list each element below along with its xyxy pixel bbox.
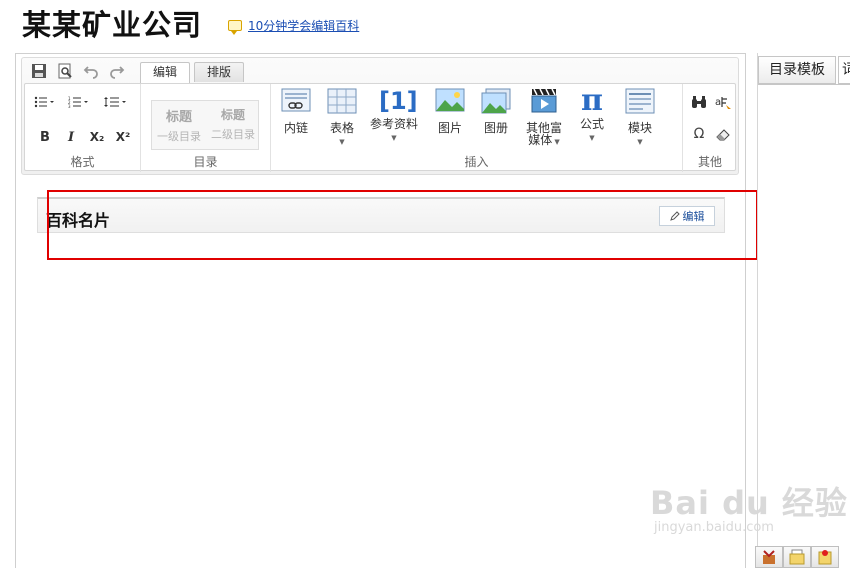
help-link-wrap[interactable]: 10分钟学会编辑百科 xyxy=(228,17,359,35)
insert-reference-button[interactable]: [1] 参考资料 ▼ xyxy=(363,88,425,144)
format-group-label: 格式 xyxy=(70,155,95,169)
svg-text:a: a xyxy=(715,97,721,108)
image-icon xyxy=(435,88,465,112)
other-group: a Ω 其他 xyxy=(683,84,737,172)
bottom-tool-2[interactable] xyxy=(783,546,811,568)
pi-icon: π xyxy=(581,83,603,118)
heading-level-1-title: 标题 xyxy=(165,110,192,125)
quick-access-bar xyxy=(30,62,126,80)
insert-table-label: 表格 ▼ xyxy=(317,122,367,148)
toc-buttons: 标题 一级目录 标题 二级目录 xyxy=(151,100,259,150)
insert-album-button[interactable]: 图册 xyxy=(471,88,521,134)
caret-down-icon: ▼ xyxy=(552,138,560,146)
pin-note-icon xyxy=(818,550,832,565)
video-icon xyxy=(531,88,557,113)
heading-level-1-button[interactable]: 标题 一级目录 xyxy=(153,106,205,144)
eraser-icon[interactable] xyxy=(713,125,733,143)
highlight-box xyxy=(47,190,758,260)
module-icon xyxy=(625,88,655,114)
album-icon xyxy=(481,88,511,114)
insert-formula-label: 公式 ▼ xyxy=(567,118,617,144)
insert-module-button[interactable]: 模块 ▼ xyxy=(615,88,665,148)
insert-album-label: 图册 xyxy=(483,121,508,135)
help-link[interactable]: 10分钟学会编辑百科 xyxy=(248,17,359,34)
reference-icon: [1] xyxy=(379,87,418,115)
insert-table-button[interactable]: 表格 ▼ xyxy=(317,88,367,148)
svg-text:3: 3 xyxy=(68,104,71,108)
insert-link-button[interactable]: 内链 xyxy=(271,88,321,134)
other-group-label: 其他 xyxy=(697,155,722,169)
tab-toc-templates[interactable]: 目录模板 xyxy=(758,56,836,84)
baidu-jingyan-watermark: Bai du 经验 jingyan.baidu.com xyxy=(650,478,848,535)
undo-icon[interactable] xyxy=(82,62,100,80)
numbered-list-icon[interactable]: 123 xyxy=(65,93,91,111)
stamp-icon xyxy=(763,550,775,564)
link-icon xyxy=(281,88,311,112)
bottom-tool-1[interactable] xyxy=(755,546,783,568)
watermark-main: Bai du 经验 xyxy=(650,484,848,522)
superscript-button[interactable]: X² xyxy=(111,128,135,146)
insert-image-button[interactable]: 图片 xyxy=(425,88,475,134)
binoculars-icon[interactable] xyxy=(689,93,709,111)
table-icon xyxy=(327,88,357,114)
heading-level-2-title: 标题 xyxy=(220,108,245,122)
toolbar: 编辑 排版 123 B I X₂ X² 格式 标题 一级目录 标题 二级目录 目… xyxy=(21,57,739,175)
subscript-button[interactable]: X₂ xyxy=(85,128,109,146)
line-spacing-icon[interactable] xyxy=(101,93,129,111)
heading-level-1-label: 一级目录 xyxy=(157,130,201,143)
toc-group: 标题 一级目录 标题 二级目录 目录 xyxy=(141,84,271,172)
omega-special-char-icon[interactable]: Ω xyxy=(689,125,709,143)
bullet-list-icon[interactable] xyxy=(31,93,57,111)
insert-link-label: 内链 xyxy=(283,121,308,135)
ribbon: 123 B I X₂ X² 格式 标题 一级目录 标题 二级目录 目录 内链 表… xyxy=(24,83,737,172)
speech-bubble-icon xyxy=(228,20,242,35)
insert-module-text: 模块 xyxy=(627,121,652,135)
bottom-icons xyxy=(755,546,839,568)
insert-group: 内链 表格 ▼ [1] 参考资料 ▼ 图片 图册 其他富 媒体 ▼ π 公式 ▼… xyxy=(271,84,683,172)
tab-partial[interactable]: 词 xyxy=(838,56,850,84)
insert-table-text: 表格 xyxy=(329,121,354,135)
right-panel-tab-border xyxy=(758,84,850,85)
caret-down-icon: ▼ xyxy=(637,138,643,146)
bottom-tool-3[interactable] xyxy=(811,546,839,568)
insert-media-button[interactable]: 其他富 媒体 ▼ xyxy=(519,88,569,148)
toolbar-tabs: 编辑 排版 xyxy=(140,62,248,83)
caret-down-icon: ▼ xyxy=(391,134,397,142)
italic-button[interactable]: I xyxy=(59,128,83,146)
spell-check-icon[interactable]: a xyxy=(713,93,733,111)
folder-icon xyxy=(789,549,805,565)
caret-down-icon: ▼ xyxy=(589,134,595,142)
insert-formula-text: 公式 xyxy=(579,117,604,131)
tab-edit[interactable]: 编辑 xyxy=(140,62,191,83)
insert-group-label: 插入 xyxy=(464,155,489,169)
caret-down-icon: ▼ xyxy=(339,138,345,146)
insert-formula-button[interactable]: π 公式 ▼ xyxy=(567,83,617,144)
page-title: 某某矿业公司 xyxy=(22,8,203,42)
format-group: 123 B I X₂ X² 格式 xyxy=(25,84,141,172)
heading-level-2-button[interactable]: 标题 二级目录 xyxy=(207,106,259,142)
insert-media-label: 其他富 媒体 ▼ xyxy=(519,122,569,148)
redo-icon[interactable] xyxy=(108,62,126,80)
insert-module-label: 模块 ▼ xyxy=(615,122,665,148)
save-icon[interactable] xyxy=(30,62,48,80)
bold-button[interactable]: B xyxy=(33,128,57,146)
preview-icon[interactable] xyxy=(56,62,74,80)
insert-reference-label: 参考资料 ▼ xyxy=(363,118,425,144)
heading-level-2-label: 二级目录 xyxy=(211,128,255,141)
insert-media-text2: 媒体 xyxy=(528,133,553,147)
editor: 编辑 排版 123 B I X₂ X² 格式 标题 一级目录 标题 二级目录 目… xyxy=(15,53,746,568)
toc-group-label: 目录 xyxy=(193,155,218,169)
insert-reference-text: 参考资料 xyxy=(369,117,418,131)
insert-image-label: 图片 xyxy=(437,121,462,135)
tab-layout[interactable]: 排版 xyxy=(194,62,245,82)
